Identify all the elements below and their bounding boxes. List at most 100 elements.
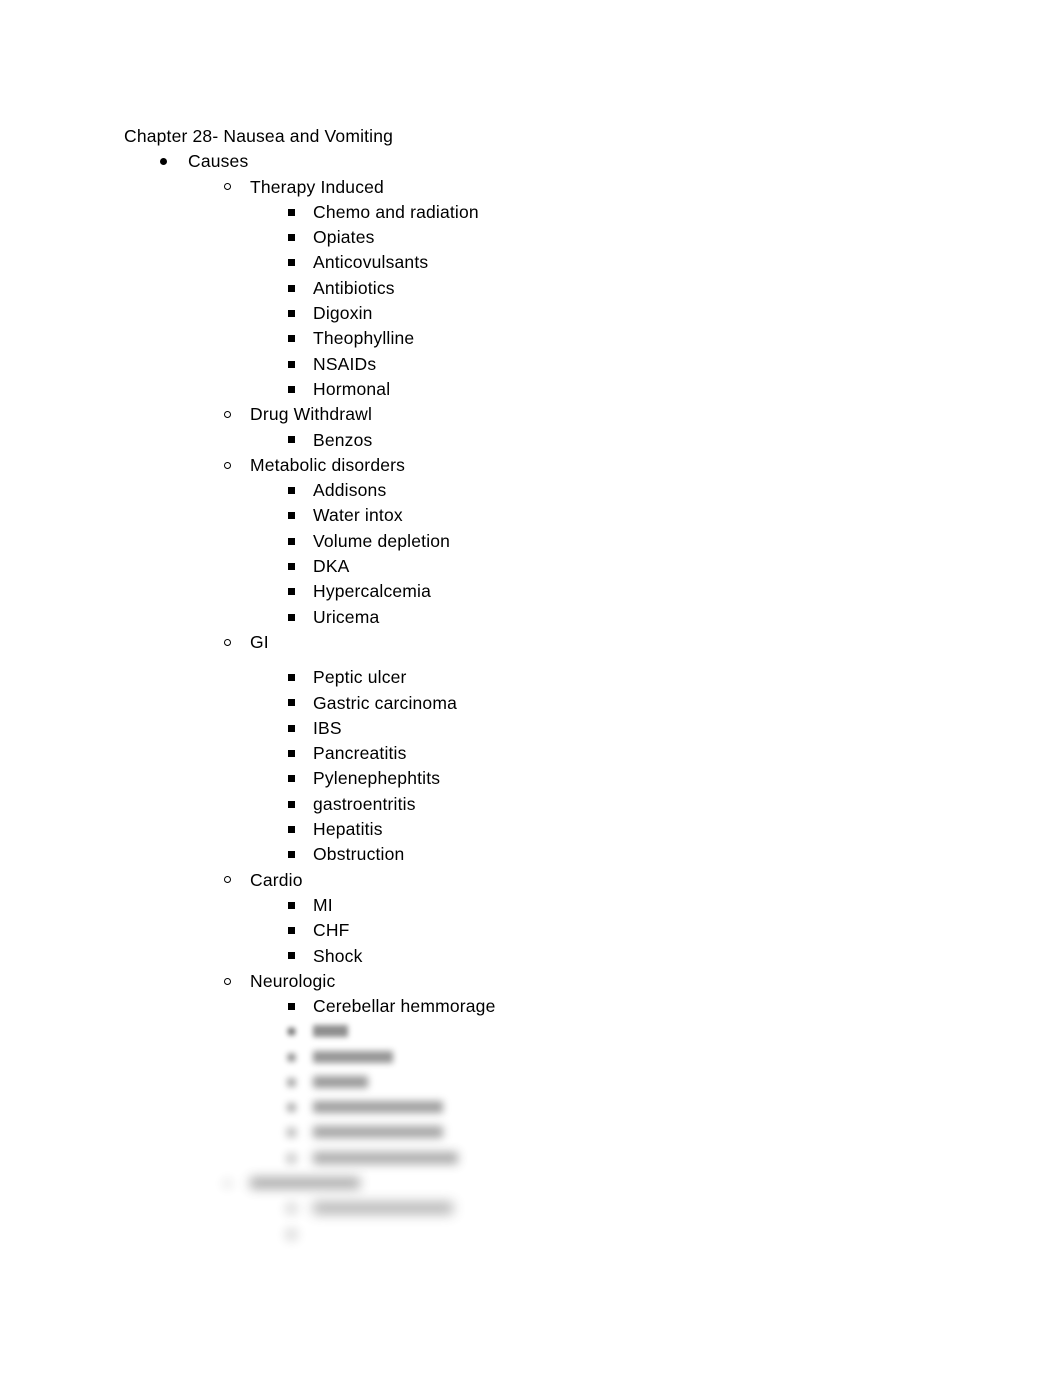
square-bullet-icon: [288, 503, 295, 528]
obscured-text: [313, 1019, 348, 1044]
square-bullet-icon: [288, 579, 295, 604]
list-item-obscured-heading: [124, 1171, 984, 1196]
list-item-label: DKA: [313, 556, 350, 577]
list-item: NSAIDs: [124, 352, 984, 377]
list-item-label: Pancreatitis: [313, 743, 407, 764]
square-bullet-icon: [288, 1095, 295, 1120]
list-item: CHF: [124, 918, 984, 943]
square-bullet-icon: [288, 428, 295, 453]
list-item: Benzos: [124, 428, 984, 453]
square-bullet-icon: [288, 817, 295, 842]
list-item-label: GI: [250, 631, 269, 652]
circle-bullet-icon: [224, 402, 231, 427]
redacted-bar: [313, 1050, 393, 1063]
list-item: Theophylline: [124, 326, 984, 351]
redacted-bar: [313, 1126, 443, 1139]
list-item-causes: Causes: [124, 149, 984, 174]
square-bullet-icon: [288, 225, 295, 250]
list-item: Hypercalcemia: [124, 579, 984, 604]
list-item-label: Uricema: [313, 606, 380, 627]
list-item-label: Hormonal: [313, 378, 391, 399]
list-item-obscured: [124, 1196, 984, 1221]
square-bullet-icon: [288, 1019, 295, 1044]
list-item-label: Hypercalcemia: [313, 581, 432, 602]
page-title: Chapter 28- Nausea and Vomiting: [124, 126, 394, 146]
square-bullet-icon: [288, 766, 295, 791]
redacted-bar: [313, 1151, 458, 1164]
list-item: IBS: [124, 716, 984, 741]
list-item-label: Pylenephephtits: [313, 768, 441, 789]
list-item-label: Addisons: [313, 480, 387, 501]
list-item-label: Chemo and radiation: [313, 201, 479, 222]
square-bullet-icon: [288, 326, 295, 351]
list-item: Pancreatitis: [124, 741, 984, 766]
list-item-label: MI: [313, 894, 333, 915]
square-bullet-icon: [288, 716, 295, 741]
list-item-obscured: [124, 1222, 984, 1247]
circle-bullet-icon: [224, 1171, 231, 1196]
list-item-gi: GI: [124, 630, 984, 655]
list-item-label: Therapy Induced: [250, 176, 384, 197]
square-bullet-icon: [288, 741, 295, 766]
square-bullet-icon: [288, 1045, 295, 1070]
square-bullet-icon: [288, 301, 295, 326]
list-item: Addisons: [124, 478, 984, 503]
square-bullet-icon: [288, 918, 295, 943]
list-item-neurologic: Neurologic: [124, 969, 984, 994]
list-item-label: Antibiotics: [313, 277, 395, 298]
list-item-label: Benzos: [313, 429, 373, 450]
list-item: gastroentritis: [124, 792, 984, 817]
obscured-text: [313, 1070, 368, 1095]
square-bullet-icon: [288, 478, 295, 503]
list-item: Uricema: [124, 605, 984, 630]
list-item-label: Neurologic: [250, 970, 336, 991]
square-bullet-icon: [288, 994, 295, 1019]
square-bullet-icon: [288, 893, 295, 918]
list-item-label: Cerebellar hemmorage: [313, 996, 496, 1017]
list-item-label: gastroentritis: [313, 793, 416, 814]
list-item: Hepatitis: [124, 817, 984, 842]
list-item-label: Cardio: [250, 869, 303, 890]
square-bullet-icon: [288, 665, 295, 690]
list-item-label: Anticovulsants: [313, 252, 429, 273]
list-item-obscured: [124, 1045, 984, 1070]
redacted-bar: [313, 1075, 368, 1088]
disc-bullet-icon: [160, 149, 167, 174]
list-item-label: IBS: [313, 717, 342, 738]
list-item-drug-withdrawal: Drug Withdrawl: [124, 402, 984, 427]
redacted-bar: [250, 1177, 360, 1190]
list-item: Anticovulsants: [124, 250, 984, 275]
list-item-obscured: [124, 1095, 984, 1120]
list-item: Obstruction: [124, 842, 984, 867]
obscured-text: [313, 1045, 393, 1070]
list-item: Hormonal: [124, 377, 984, 402]
square-bullet-icon: [288, 605, 295, 630]
circle-bullet-icon: [224, 453, 231, 478]
list-item-therapy-induced: Therapy Induced: [124, 175, 984, 200]
list-item-metabolic-disorders: Metabolic disorders: [124, 453, 984, 478]
redacted-bar: [313, 1202, 453, 1215]
obscured-text: [313, 1095, 443, 1120]
list-item: Opiates: [124, 225, 984, 250]
list-item-label: Opiates: [313, 227, 375, 248]
square-bullet-icon: [288, 377, 295, 402]
list-item-label: Shock: [313, 945, 363, 966]
list-item: Water intox: [124, 503, 984, 528]
obscured-text: [313, 1196, 453, 1221]
square-bullet-icon: [288, 529, 295, 554]
list-item: Antibiotics: [124, 276, 984, 301]
document-body: Chapter 28- Nausea and Vomiting Causes T…: [124, 124, 984, 1247]
square-bullet-icon: [288, 1121, 295, 1146]
square-bullet-icon: [288, 554, 295, 579]
list-item-obscured: [124, 1121, 984, 1146]
square-bullet-icon: [288, 1146, 295, 1171]
square-bullet-icon: [288, 1222, 295, 1247]
circle-bullet-icon: [224, 175, 231, 200]
list-item-label: Drug Withdrawl: [250, 404, 373, 425]
list-item: Chemo and radiation: [124, 200, 984, 225]
list-item: Cerebellar hemmorage: [124, 994, 984, 1019]
redacted-bar: [313, 1101, 443, 1114]
square-bullet-icon: [288, 944, 295, 969]
list-item-label: CHF: [313, 920, 350, 941]
list-item: Pylenephephtits: [124, 766, 984, 791]
